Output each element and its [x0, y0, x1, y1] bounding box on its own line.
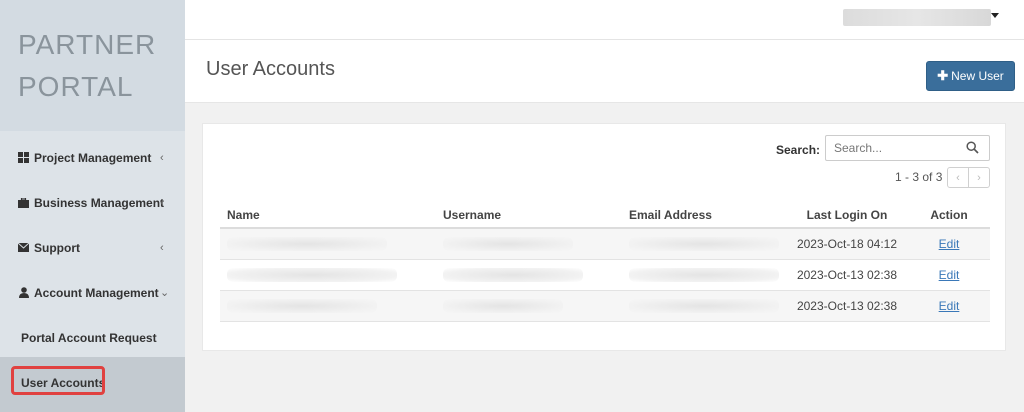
chevron-left-icon: ‹: [160, 196, 164, 209]
sidebar: PARTNER PORTAL Project Management ‹ Busi…: [0, 0, 185, 412]
cell-email-redacted: [622, 228, 786, 260]
next-page-button[interactable]: ›: [969, 168, 989, 187]
search-icon[interactable]: [966, 141, 980, 155]
user-accounts-table: Name Username Email Address Last Login O…: [220, 202, 990, 322]
cell-username-redacted: [436, 290, 622, 322]
brand-line-2: PORTAL: [18, 71, 134, 102]
sidebar-item-label: Business Management: [34, 195, 165, 210]
cell-last-login: 2023-Oct-13 02:38: [786, 290, 908, 322]
sidebar-item-project-management[interactable]: Project Management ‹: [0, 135, 185, 180]
cell-action: Edit: [908, 259, 990, 291]
edit-link[interactable]: Edit: [939, 237, 960, 251]
cell-last-login: 2023-Oct-13 02:38: [786, 259, 908, 291]
top-bar: [185, 0, 1024, 40]
cell-action: Edit: [908, 290, 990, 322]
sidebar-item-support[interactable]: Support ‹: [0, 225, 185, 270]
search-label: Search:: [776, 143, 821, 157]
table-row: 2023-Oct-18 04:12 Edit: [220, 228, 990, 260]
chevron-left-icon: ‹: [160, 151, 164, 164]
pagination-info: 1 - 3 of 3: [895, 170, 943, 184]
user-menu[interactable]: [843, 9, 991, 26]
new-user-label: New User: [951, 69, 1004, 83]
page-title: User Accounts: [206, 58, 335, 80]
cell-username-redacted: [436, 228, 622, 260]
sidebar-item-account-management[interactable]: Account Management ⌄: [0, 270, 185, 315]
column-header-action: Action: [908, 202, 990, 229]
table-header-row: Name Username Email Address Last Login O…: [220, 202, 990, 229]
sidebar-item-label: Support: [34, 240, 80, 255]
chevron-left-icon: ‹: [160, 241, 164, 254]
edit-link[interactable]: Edit: [939, 268, 960, 282]
user-icon: [18, 287, 29, 298]
cell-email-redacted: [622, 259, 786, 291]
table-row: 2023-Oct-13 02:38 Edit: [220, 259, 990, 291]
sidebar-item-label: Account Management: [34, 285, 159, 300]
cell-last-login: 2023-Oct-18 04:12: [786, 228, 908, 260]
cell-email-redacted: [622, 290, 786, 322]
briefcase-icon: [18, 197, 29, 208]
highlight-box: [11, 366, 105, 395]
edit-link[interactable]: Edit: [939, 299, 960, 313]
cell-name-redacted: [220, 228, 436, 260]
cell-name-redacted: [220, 290, 436, 322]
brand-logo: PARTNER PORTAL: [0, 0, 185, 131]
sidebar-item-business-management[interactable]: Business Management ‹: [0, 180, 185, 225]
user-accounts-panel: Search: 1 - 3 of 3 ‹ › Name Username Ema…: [202, 123, 1006, 351]
pagination-controls: ‹ ›: [947, 167, 990, 188]
new-user-button[interactable]: ✚ New User: [926, 61, 1015, 91]
caret-down-icon[interactable]: [991, 13, 999, 18]
column-header-last-login[interactable]: Last Login On: [786, 202, 908, 229]
sidebar-subitem-portal-account-request[interactable]: Portal Account Request: [0, 315, 185, 360]
sidebar-item-label: Project Management: [34, 150, 152, 165]
plus-icon: ✚: [937, 68, 949, 83]
prev-page-button[interactable]: ‹: [948, 168, 969, 187]
envelope-icon: [18, 242, 29, 253]
sidebar-subitem-label: Portal Account Request: [21, 330, 157, 345]
grid-icon: [18, 152, 29, 163]
column-header-username[interactable]: Username: [436, 202, 622, 229]
table-row: 2023-Oct-13 02:38 Edit: [220, 290, 990, 322]
column-header-name[interactable]: Name: [220, 202, 436, 229]
page-header: User Accounts ✚ New User: [185, 40, 1024, 103]
chevron-down-icon: ⌄: [160, 287, 170, 299]
cell-username-redacted: [436, 259, 622, 291]
brand-line-1: PARTNER: [18, 29, 157, 60]
cell-name-redacted: [220, 259, 436, 291]
column-header-email[interactable]: Email Address: [622, 202, 786, 229]
cell-action: Edit: [908, 228, 990, 260]
